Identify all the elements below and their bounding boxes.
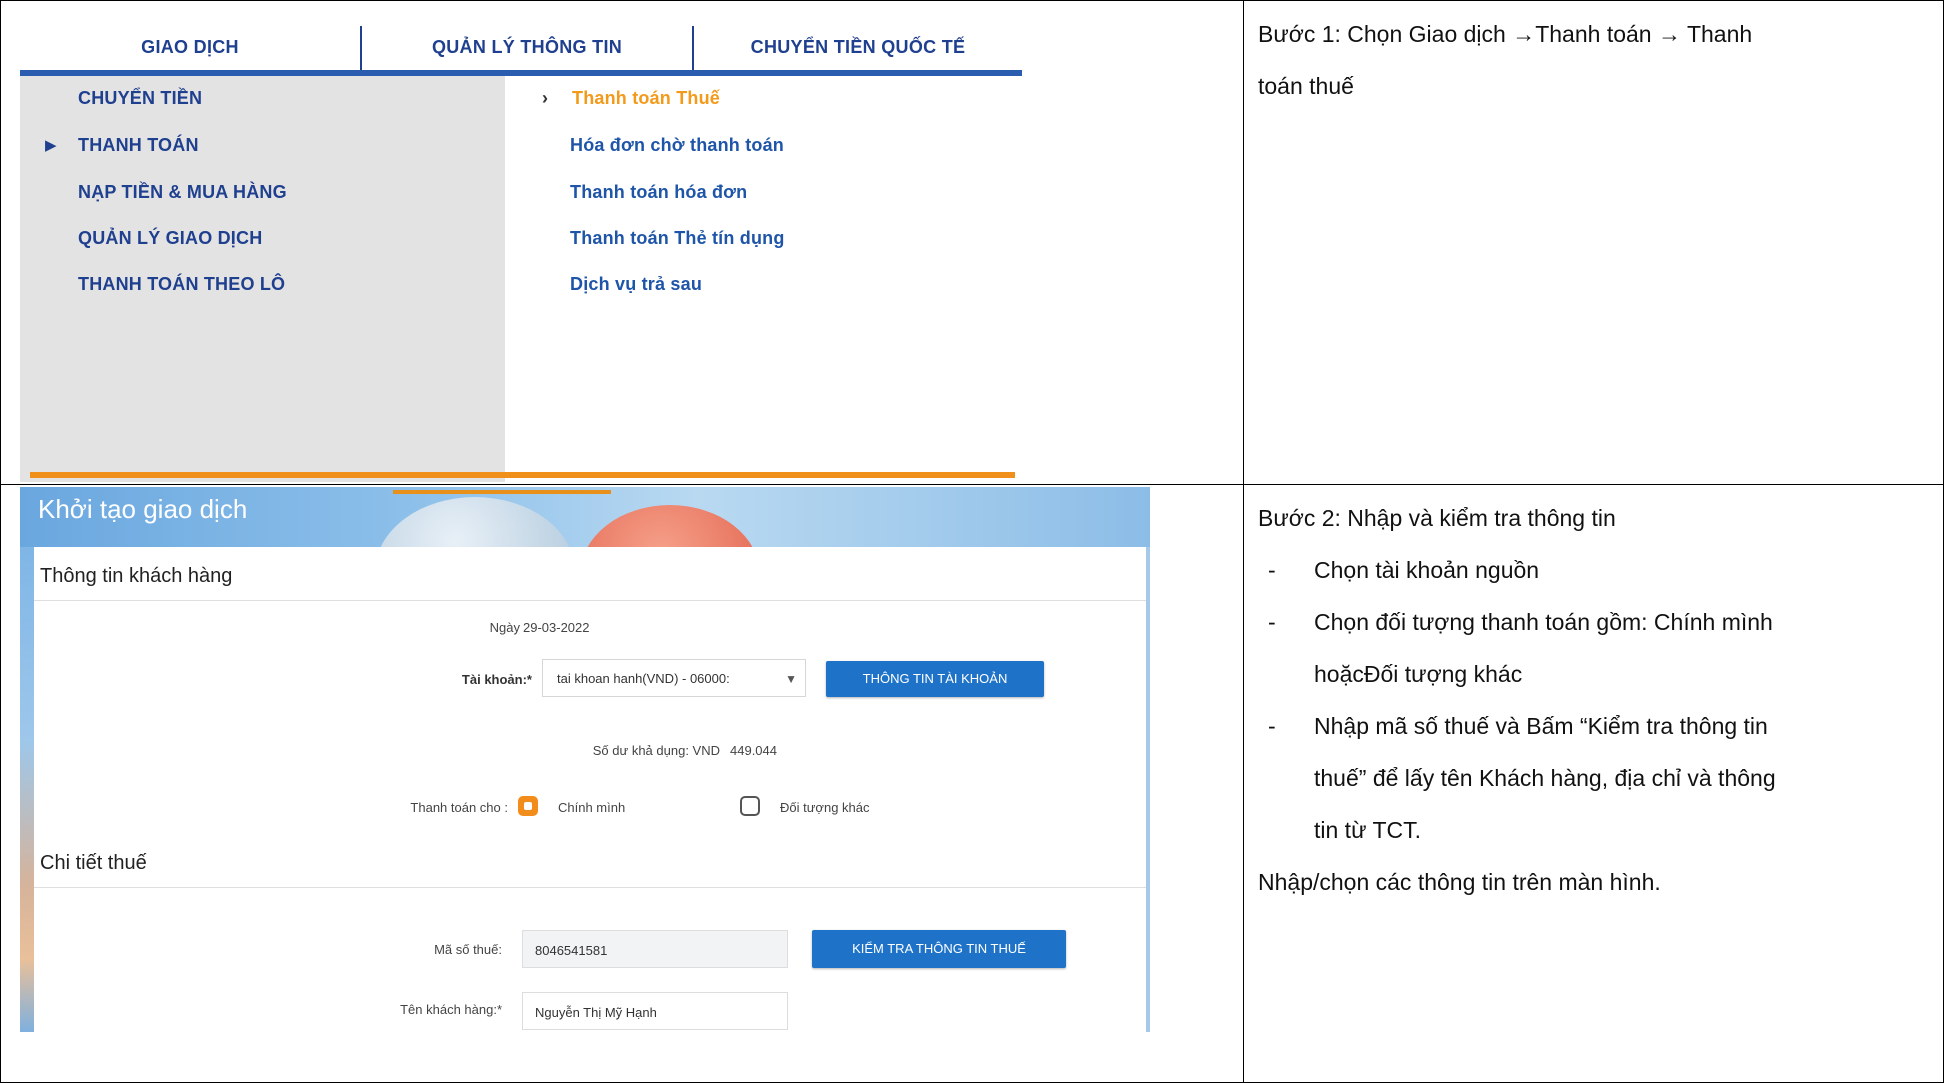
chevron-right-icon: › [542, 88, 548, 108]
customer-name-label: Tên khách hàng:* [400, 1002, 502, 1017]
bullet-dash: - [1268, 609, 1276, 635]
radio-other[interactable] [740, 796, 760, 816]
triangle-right-icon: ▶ [45, 137, 57, 154]
submenu-item-dich-vu-tra-sau[interactable]: Dịch vụ trả sau [570, 274, 702, 295]
page-title: Khởi tạo giao dịch [38, 494, 248, 524]
customer-name-field[interactable]: Nguyễn Thị Mỹ Hạnh [522, 992, 788, 1030]
bullet-dash: - [1268, 713, 1276, 739]
account-select-value: tai khoan hanh(VND) - 06000: [557, 671, 730, 686]
form-screenshot: Khởi tạo giao dịch Thông tin khách hàng … [20, 487, 1150, 1032]
right-background-strip [1146, 547, 1150, 1032]
menu-item-thanh-toan-theo-lo[interactable]: THANH TOÁN THEO LÔ [78, 274, 285, 295]
radio-self-label: Chính mình [558, 800, 626, 815]
radio-other-label: Đối tượng khác [780, 800, 870, 815]
account-label: Tài khoản:* [461, 672, 532, 687]
menu-item-nap-tien-mua-hang[interactable]: NẠP TIỀN & MUA HÀNG [78, 182, 287, 203]
table-row-divider [0, 484, 1944, 485]
pay-for-label: Thanh toán cho : [410, 800, 508, 815]
top-nav-bar: GIAO DỊCH QUẢN LÝ THÔNG TIN CHUYỂN TIỀN … [20, 12, 1022, 72]
menu-item-thanh-toan[interactable]: THANH TOÁN [78, 135, 199, 156]
radio-self[interactable] [518, 796, 538, 816]
step1-description-line1: Bước 1: Chọn Giao dịch →Thanh toán → Tha… [1258, 21, 1753, 47]
customer-name-value: Nguyễn Thị Mỹ Hạnh [535, 1005, 657, 1020]
header-accent [393, 490, 611, 494]
balance-value: 449.044 [730, 743, 777, 758]
tab-giao-dich[interactable]: GIAO DỊCH [20, 12, 360, 72]
submenu-item-hoa-don-cho-thanh-toan[interactable]: Hóa đơn chờ thanh toán [570, 135, 784, 156]
bullet-text: Chọn tài khoản nguồn [1314, 557, 1540, 583]
step2-description-title: Bước 2: Nhập và kiểm tra thông tin [1258, 505, 1616, 531]
section-title-customer: Thông tin khách hàng [40, 565, 233, 587]
menu-item-chuyen-tien[interactable]: CHUYỂN TIỀN [78, 88, 202, 109]
tab-quan-ly-thong-tin[interactable]: QUẢN LÝ THÔNG TIN [362, 12, 692, 72]
bullet-text-continued: thuế” để lấy tên Khách hàng, địa chỉ và … [1314, 765, 1776, 791]
tab-chuyen-tien-quoc-te[interactable]: CHUYỂN TIỀN QUỐC TẾ [694, 12, 1022, 72]
section-divider [34, 887, 1146, 888]
submenu-item-thanh-toan-the-tin-dung[interactable]: Thanh toán Thẻ tín dụng [570, 228, 785, 249]
account-select[interactable]: tai khoan hanh(VND) - 06000: ▼ [542, 659, 806, 697]
table-border-top [0, 0, 1944, 1]
tax-code-value: 8046541581 [535, 943, 608, 958]
submenu-item-thanh-toan-hoa-don[interactable]: Thanh toán hóa đơn [570, 182, 747, 203]
bullet-text: Chọn đối tượng thanh toán gồm: Chính mìn… [1314, 609, 1773, 635]
bullet-text: Nhập mã số thuế và Bấm “Kiểm tra thông t… [1314, 713, 1768, 739]
step1-description-line2: toán thuế [1258, 73, 1354, 99]
bullet-dash: - [1268, 557, 1276, 583]
account-info-button[interactable]: THÔNG TIN TÀI KHOẢN [826, 661, 1044, 697]
document-table: GIAO DỊCH QUẢN LÝ THÔNG TIN CHUYỂN TIỀN … [0, 0, 1944, 1083]
tax-code-label: Mã số thuế: [434, 942, 502, 957]
bullet-text-continued: hoặcĐối tượng khác [1314, 661, 1523, 687]
table-column-divider [1243, 0, 1244, 1083]
left-background-strip [20, 547, 34, 1032]
menu-item-quan-ly-giao-dich[interactable]: QUẢN LÝ GIAO DỊCH [78, 228, 262, 249]
date-label: Ngày [489, 620, 520, 635]
section-divider [34, 600, 1146, 601]
menu-bottom-accent [30, 472, 1015, 478]
balance-label: Số dư khả dụng: VND [592, 743, 720, 758]
tax-code-field[interactable]: 8046541581 [522, 930, 788, 968]
caret-down-icon: ▼ [785, 672, 797, 686]
submenu-item-thanh-toan-thue[interactable]: Thanh toán Thuế [572, 88, 720, 109]
section-title-tax: Chi tiết thuế [40, 852, 147, 874]
check-tax-button[interactable]: KIỂM TRA THÔNG TIN THUẾ [812, 930, 1066, 968]
step2-description-footer: Nhập/chọn các thông tin trên màn hình. [1258, 869, 1661, 895]
menu-screenshot: GIAO DỊCH QUẢN LÝ THÔNG TIN CHUYỂN TIỀN … [20, 12, 1022, 482]
table-border-left [0, 0, 1, 1083]
date-value: 29-03-2022 [523, 620, 590, 635]
bullet-text-continued: tin từ TCT. [1314, 817, 1421, 843]
